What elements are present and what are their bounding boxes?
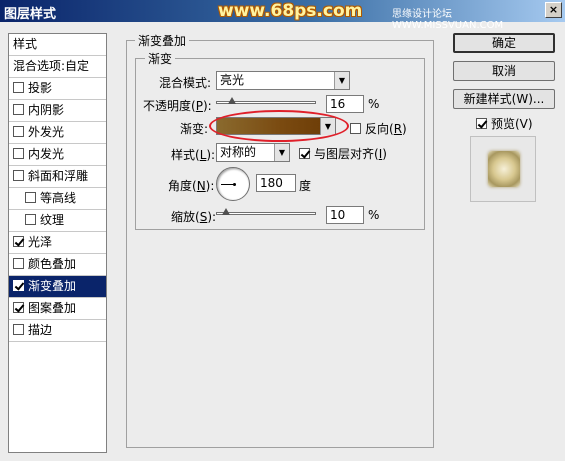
- style-item[interactable]: 颜色叠加: [9, 254, 106, 276]
- style-item-label: 纹理: [40, 213, 65, 227]
- gradient-label: 渐变:: [180, 122, 209, 136]
- new-style-button[interactable]: 新建样式(W)...: [453, 89, 555, 109]
- opacity-label: 不透明度(P):: [143, 99, 212, 113]
- style-item-label: 混合选项:自定: [13, 59, 90, 73]
- blend-mode-value: 亮光: [220, 73, 245, 87]
- style-checkbox[interactable]: [13, 170, 24, 181]
- angle-dial[interactable]: [216, 167, 250, 201]
- style-label: 样式(L):: [171, 148, 216, 162]
- align-check-box[interactable]: [299, 148, 310, 159]
- style-checkbox[interactable]: [13, 258, 24, 269]
- reverse-check-box[interactable]: [350, 123, 361, 134]
- align-with-layer-checkbox[interactable]: 与图层对齐(I): [299, 145, 387, 162]
- style-item-label: 内发光: [28, 147, 65, 161]
- style-checkbox[interactable]: [13, 324, 24, 335]
- scale-slider-handle[interactable]: [222, 208, 230, 215]
- scale-label: 缩放(S):: [171, 210, 217, 224]
- title-bar: 图层样式 www.68ps.com 思缘设计论坛 WWW.MISSVUAN.CO…: [0, 0, 565, 31]
- style-checkbox[interactable]: [13, 302, 24, 313]
- style-item-label: 投影: [28, 81, 53, 95]
- angle-input[interactable]: 180: [256, 174, 296, 192]
- angle-label: 角度(N):: [168, 179, 215, 193]
- style-item[interactable]: 纹理: [9, 210, 106, 232]
- style-checkbox[interactable]: [13, 236, 24, 247]
- blend-mode-select[interactable]: 亮光 ▼: [216, 71, 350, 90]
- style-item-label: 等高线: [40, 191, 77, 205]
- style-item[interactable]: 内阴影: [9, 100, 106, 122]
- style-checkbox[interactable]: [25, 214, 36, 225]
- style-item-label: 斜面和浮雕: [28, 169, 89, 183]
- preview-swatch: [488, 151, 520, 187]
- style-item[interactable]: 图案叠加: [9, 298, 106, 320]
- style-item[interactable]: 斜面和浮雕: [9, 166, 106, 188]
- style-item[interactable]: 投影: [9, 78, 106, 100]
- style-item[interactable]: 描边: [9, 320, 106, 342]
- style-item[interactable]: 内发光: [9, 144, 106, 166]
- style-checkbox[interactable]: [13, 126, 24, 137]
- watermark-text: www.68ps.com: [218, 1, 363, 21]
- angle-unit: 度: [299, 179, 312, 193]
- opacity-input[interactable]: 16: [326, 95, 364, 113]
- style-item[interactable]: 光泽: [9, 232, 106, 254]
- close-icon: ×: [548, 3, 559, 16]
- preview-check-box[interactable]: [476, 118, 487, 129]
- highlight-ellipse: [209, 110, 349, 142]
- blend-mode-label: 混合模式:: [159, 76, 212, 90]
- preview-checkbox[interactable]: 预览(V): [476, 115, 533, 132]
- styles-list: 样式 混合选项:自定投影内阴影外发光内发光斜面和浮雕等高线纹理光泽颜色叠加渐变叠…: [8, 33, 107, 453]
- style-checkbox[interactable]: [13, 104, 24, 115]
- style-select[interactable]: 对称的 ▼: [216, 143, 290, 162]
- opacity-slider-handle[interactable]: [228, 97, 236, 104]
- style-item[interactable]: 外发光: [9, 122, 106, 144]
- chevron-down-icon: ▼: [334, 72, 349, 89]
- cancel-button[interactable]: 取消: [453, 61, 555, 81]
- scale-unit: %: [368, 208, 380, 222]
- style-item[interactable]: 混合选项:自定: [9, 56, 106, 78]
- scale-slider[interactable]: [216, 212, 316, 215]
- ok-button[interactable]: 确定: [453, 33, 555, 53]
- window-title: 图层样式: [4, 7, 57, 22]
- style-item-label: 颜色叠加: [28, 257, 77, 271]
- gradient-group-title: 渐变: [145, 50, 176, 67]
- gradient-overlay-title: 渐变叠加: [135, 32, 190, 49]
- style-checkbox[interactable]: [25, 192, 36, 203]
- styles-header-label: 样式: [13, 37, 38, 51]
- close-button[interactable]: ×: [545, 2, 562, 18]
- preview-thumbnail: [470, 136, 536, 202]
- style-item-label: 光泽: [28, 235, 53, 249]
- site-text: 思缘设计论坛 WWW.MISSVUAN.COM: [392, 9, 504, 31]
- scale-input[interactable]: 10: [326, 206, 364, 224]
- reverse-checkbox[interactable]: 反向(R): [350, 120, 407, 137]
- style-item[interactable]: 等高线: [9, 188, 106, 210]
- opacity-unit: %: [368, 97, 380, 111]
- style-checkbox[interactable]: [13, 148, 24, 159]
- style-item-label: 内阴影: [28, 103, 65, 117]
- style-value: 对称的: [220, 145, 257, 159]
- style-item-label: 图案叠加: [28, 301, 77, 315]
- chevron-down-icon: ▼: [274, 144, 289, 161]
- style-item[interactable]: 渐变叠加: [9, 276, 106, 298]
- style-checkbox[interactable]: [13, 82, 24, 93]
- style-item-label: 描边: [28, 323, 53, 337]
- style-item-label: 渐变叠加: [28, 279, 77, 293]
- style-item-label: 外发光: [28, 125, 65, 139]
- angle-dial-center: [233, 183, 236, 186]
- styles-header[interactable]: 样式: [9, 34, 106, 56]
- style-checkbox[interactable]: [13, 280, 24, 291]
